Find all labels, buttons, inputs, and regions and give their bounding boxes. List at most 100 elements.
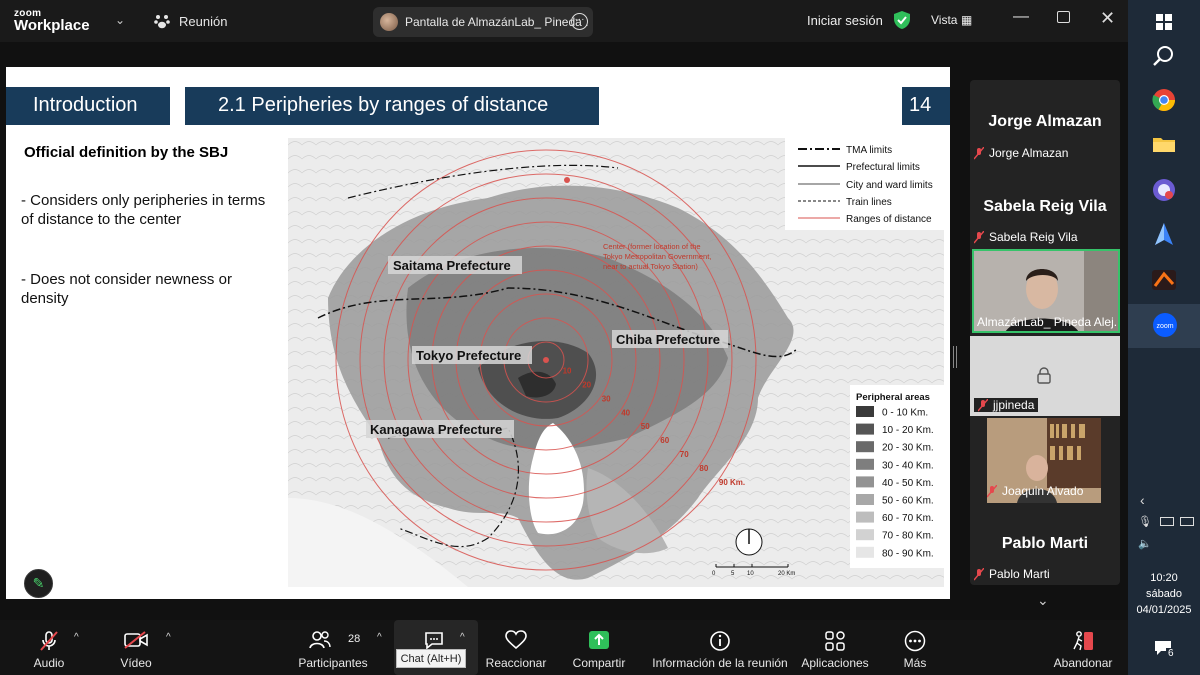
zoom-title-bar: zoom Workplace ⌄ Reunión Pantalla de Alm… [0,0,1128,42]
panel-resize-handle[interactable] [953,346,957,368]
chat-options-caret[interactable]: ^ [460,632,465,643]
slide-intro-header: Introduction [6,87,170,125]
svg-text:zoom: zoom [1156,323,1173,330]
mic-tray-icon[interactable]: 🎙 [1138,515,1152,528]
apps-icon [825,631,845,651]
participant-label-joaquin: Joaquin Alvado [987,484,1083,498]
chevron-down-icon[interactable]: ⌄ [115,13,125,27]
clock-day: sábado [1145,588,1183,600]
peripheral-swatch [856,458,874,470]
participant-tile-jjpineda[interactable]: jjpineda [970,336,1120,416]
ring-label: 60 [660,436,669,445]
apps-label: Aplicaciones [801,656,869,670]
participant-label-pineda: AlmazánLab_ Pineda Alej... [977,315,1120,329]
peripheral-range-label: 0 - 10 Km. [882,408,928,419]
app-icon-game[interactable] [1150,266,1178,294]
camera-tray-icon[interactable] [1160,517,1174,526]
mic-muted-icon [978,398,988,411]
center-note-line2: Tokyo Metropolitan Government, [603,252,711,261]
system-clock[interactable]: 10:20 sábado 04/01/2025 [1128,570,1200,618]
ring-label: 80 [699,464,708,473]
peripheral-range-label: 60 - 70 Km. [882,513,934,524]
react-label: Reaccionar [485,656,547,670]
chevron-left-icon[interactable]: ‹ [1140,492,1145,508]
audio-options-caret[interactable]: ^ [74,632,79,643]
participant-label-text: Sabela Reig Vila [989,230,1078,244]
display-tray-icon[interactable] [1180,517,1194,526]
participant-label-text: jjpineda [993,398,1035,412]
annotate-pen-button[interactable]: ✎ [24,569,53,598]
windows-taskbar: zoom ‹ 🎙 🔈 10:20 sábado 04/01/2025 6 [1128,0,1200,675]
mic-muted-icon [974,230,984,243]
ring-label: 10 [563,367,572,376]
participant-video-joaquin[interactable]: Joaquin Alvado [987,418,1101,503]
ring-label: 90 Km. [719,478,745,487]
paw-meeting-icon [154,15,170,29]
legend-ranges: Ranges of distance [846,214,932,225]
participant-label-text: Pablo Marti [989,567,1050,581]
participant-label-pablo[interactable]: Pablo Marti [974,567,1050,581]
label-kanagawa: Kanagawa Prefecture [370,422,502,437]
minimize-icon[interactable]: — [1013,8,1029,26]
view-button[interactable]: Vista [931,13,957,27]
volume-icon[interactable]: 🔈 [1138,537,1152,550]
file-explorer-icon[interactable] [1150,130,1178,158]
legend-tma: TMA limits [846,145,892,156]
participant-label-text: AlmazánLab_ Pineda Alej... [977,315,1120,329]
slide-page-number: 14 [902,87,950,125]
label-chiba: Chiba Prefecture [616,332,720,347]
ring-label: 30 [602,394,611,403]
zoom-icon: zoom [1153,313,1177,337]
video-options-caret[interactable]: ^ [166,632,171,643]
slide-section-header: 2.1 Peripheries by ranges of distance [185,87,599,125]
search-icon[interactable] [1150,42,1178,70]
peripheral-swatch [856,476,874,488]
shield-check-icon[interactable] [893,10,911,30]
more-dots-icon [904,630,926,652]
notification-count: 6 [1166,648,1176,659]
peripheral-swatch [856,494,874,505]
peripheral-swatch [856,441,874,453]
gallery-scroll-down-icon[interactable]: ⌄ [1037,592,1049,609]
audio-label: Audio [33,656,65,670]
peripheral-swatch [856,546,874,558]
participant-label-jorge[interactable]: Jorge Almazan [974,146,1068,160]
leave-label: Abandonar [1053,656,1113,670]
sign-in-button[interactable]: Iniciar sesión [807,13,883,28]
app-icon-purple[interactable] [1150,176,1178,204]
close-icon[interactable]: ✕ [1100,8,1115,29]
peripheral-swatch [856,511,874,523]
scale-20: 20 Km [778,571,795,577]
mic-muted-icon [40,631,58,651]
ring-label: 70 [680,450,689,459]
participant-name-sabela: Sabela Reig Vila [983,198,1107,215]
peripheral-range-label: 30 - 40 Km. [882,460,934,471]
participants-options-caret[interactable]: ^ [377,632,382,643]
windows-start-icon[interactable] [1150,8,1178,36]
participant-video-pineda[interactable]: AlmazánLab_ Pineda Alej... [972,249,1120,333]
participant-name-jorge: Jorge Almazan [988,113,1102,130]
participants-label: Participantes [298,656,368,670]
screen-share-indicator[interactable]: Pantalla de AlmazánLab_ Pineda . ··· [373,7,593,37]
maximize-icon[interactable] [1057,11,1070,23]
chrome-icon[interactable] [1150,86,1178,114]
definition-title: Official definition by the SBJ [24,144,229,161]
video-off-icon [1037,367,1051,384]
zoom-taskbar-slot[interactable]: zoom [1128,304,1200,348]
leave-icon [1073,631,1093,651]
meeting-info-label: Información de la reunión [652,656,788,670]
legend-city-ward: City and ward limits [846,180,933,191]
peripheral-swatch [856,423,874,435]
meeting-label[interactable]: Reunión [179,14,227,29]
info-icon [710,631,730,651]
zoom-logo-workplace: Workplace [14,17,90,34]
heart-icon [505,630,527,650]
grid-view-icon[interactable]: ▦ [961,13,972,27]
peripheral-range-label: 20 - 30 Km. [882,443,934,454]
tokyo-periphery-map: Center (former location of the Tokyo Met… [288,138,944,587]
more-options-icon[interactable]: ··· [571,13,588,30]
app-icon-arrow[interactable] [1150,220,1178,248]
slide-intro-label: Introduction [33,94,138,116]
participant-gallery: Jorge Almazan Jorge Almazan Sabela Reig … [970,80,1120,585]
participant-label-sabela[interactable]: Sabela Reig Vila [974,230,1078,244]
